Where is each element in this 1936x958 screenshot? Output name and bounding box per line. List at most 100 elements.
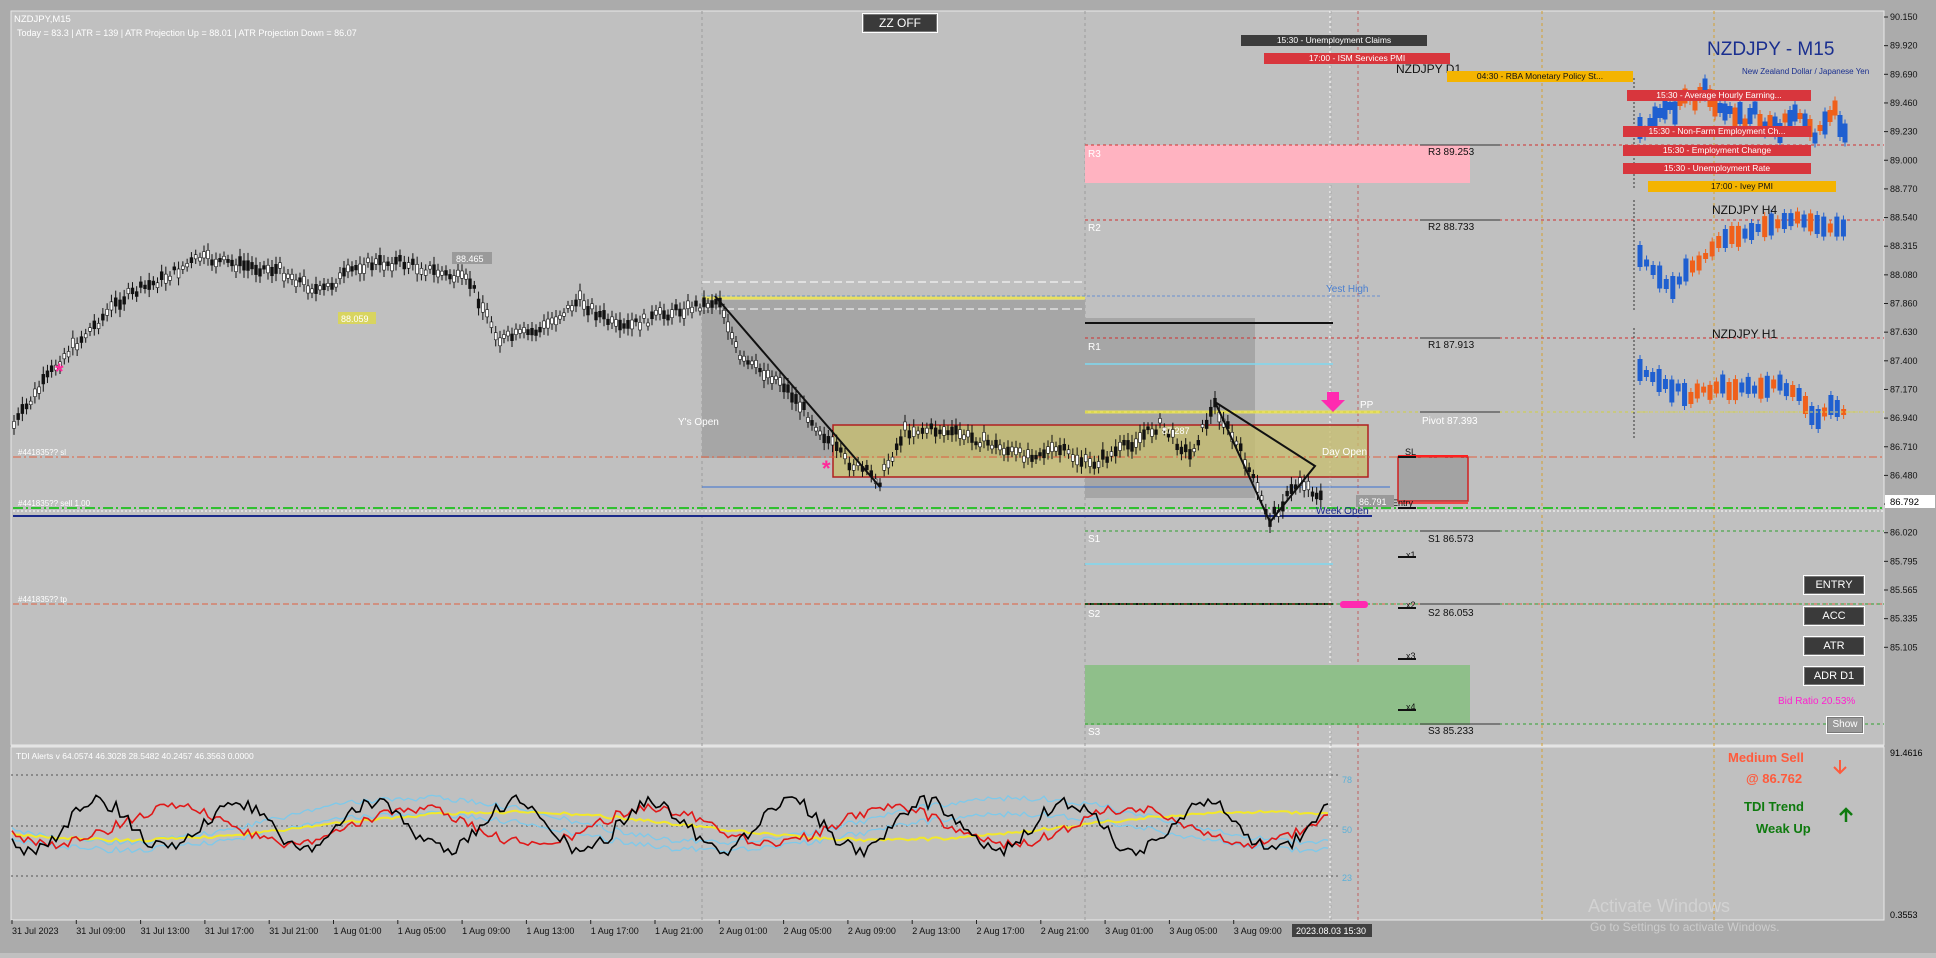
price-tick: 88.315	[1890, 241, 1918, 251]
time-tick: 1 Aug 17:00	[591, 926, 639, 936]
s3-zone	[1085, 665, 1470, 725]
zone-label-s1: S1	[1088, 534, 1101, 545]
price-tick: 87.400	[1890, 356, 1918, 366]
activation-watermark-title: Activate Windows	[1588, 896, 1730, 916]
atr-button[interactable]: ATR	[1803, 636, 1865, 656]
price-tick: 88.770	[1890, 184, 1918, 194]
time-tick: 31 Jul 17:00	[205, 926, 254, 936]
info-line: Today = 83.3 | ATR = 139 | ATR Projectio…	[17, 28, 357, 38]
price-tick: 90.150	[1890, 12, 1918, 22]
x4-label: x4	[1406, 702, 1416, 712]
price-tick: 85.795	[1890, 556, 1918, 566]
price-tick: 89.690	[1890, 69, 1918, 79]
bid-ratio: Bid Ratio 20.53%	[1778, 696, 1855, 707]
price-tick: 88.540	[1890, 213, 1918, 223]
week-open-label: Week Open	[1316, 506, 1369, 517]
sl-label: SL	[1405, 447, 1416, 457]
x1-label: x1	[1406, 550, 1416, 560]
price-tag-86791: 86.791	[1359, 497, 1387, 507]
yest-high-label: Yest High	[1326, 284, 1368, 295]
time-tick: 1 Aug 21:00	[655, 926, 703, 936]
pivot-s2: S2 86.053	[1428, 608, 1474, 619]
zone-label-s2: S2	[1088, 609, 1101, 620]
price-tick: 89.000	[1890, 155, 1918, 165]
price-tag-88465: 88.465	[456, 254, 484, 264]
time-tick: 2 Aug 13:00	[912, 926, 960, 936]
time-tick: 2 Aug 01:00	[719, 926, 767, 936]
star-marker-2: *	[822, 456, 831, 481]
acc-button[interactable]: ACC	[1803, 606, 1865, 626]
price-tag-88059: 88.059	[341, 314, 369, 324]
price-tick: 85.105	[1890, 642, 1918, 652]
price-tick: 86.480	[1890, 470, 1918, 480]
tdi-trend-line2: Weak Up	[1756, 821, 1811, 836]
pivot-r2: R2 88.733	[1428, 222, 1475, 233]
x3-label: x3	[1406, 651, 1416, 661]
r3-zone	[1085, 145, 1470, 183]
tdi-level-78: 78	[1342, 775, 1352, 785]
activation-watermark-sub: Go to Settings to activate Windows.	[1590, 920, 1779, 934]
price-tag-87287: 87.287	[1162, 426, 1190, 436]
news-event: 04:30 - RBA Monetary Policy St...	[1447, 71, 1633, 82]
price-tick: 86.710	[1890, 442, 1918, 452]
price-tick: 86.940	[1890, 413, 1918, 423]
price-tick: 85.565	[1890, 585, 1918, 595]
adr-d1-button[interactable]: ADR D1	[1803, 666, 1865, 686]
time-tick: 1 Aug 09:00	[462, 926, 510, 936]
tdi-panel[interactable]	[10, 746, 1885, 921]
price-tick: 88.080	[1890, 270, 1918, 280]
mini-h4-label: NZDJPY H4	[1712, 203, 1777, 217]
tdi-trend-line1: TDI Trend	[1744, 799, 1804, 814]
news-event: 15:30 - Unemployment Rate	[1623, 163, 1811, 174]
tdi-axis-top: 91.4616	[1890, 748, 1923, 758]
zz-toggle-button[interactable]: ZZ OFF	[862, 13, 938, 33]
tdi-header: TDI Alerts v 64.0574 46.3028 28.5482 40.…	[16, 751, 254, 761]
star-marker: *	[55, 359, 64, 384]
symbol-subtitle: New Zealand Dollar / Japanese Yen	[1742, 67, 1869, 76]
price-tick: 87.170	[1890, 384, 1918, 394]
pivot-s1: S1 86.573	[1428, 534, 1474, 545]
zone-label-r1: R1	[1088, 342, 1101, 353]
price-tick: 89.460	[1890, 98, 1918, 108]
mini-h1-label: NZDJPY H1	[1712, 327, 1777, 341]
news-event: 15:30 - Unemployment Claims	[1241, 35, 1427, 46]
price-tick: 86.020	[1890, 528, 1918, 538]
news-event: 15:30 - Employment Change	[1623, 145, 1811, 156]
zone-label-r3: R3	[1088, 149, 1101, 160]
time-tick: 3 Aug 01:00	[1105, 926, 1153, 936]
day-open-label: Day Open	[1322, 447, 1367, 458]
tp-marker	[1340, 601, 1368, 608]
current-price-label: 86.792	[1890, 497, 1919, 508]
price-tick: 87.630	[1890, 327, 1918, 337]
entry-button[interactable]: ENTRY	[1803, 575, 1865, 595]
time-tick: 1 Aug 05:00	[398, 926, 446, 936]
tdi-level-50: 50	[1342, 825, 1352, 835]
time-tick: 2 Aug 17:00	[977, 926, 1025, 936]
time-cursor-label: 2023.08.03 15:30	[1296, 926, 1366, 936]
time-tick: 3 Aug 05:00	[1169, 926, 1217, 936]
price-tick: 89.230	[1890, 127, 1918, 137]
time-tick: 31 Jul 21:00	[269, 926, 318, 936]
pivot-s3: S3 85.233	[1428, 726, 1474, 737]
symbol-title: NZDJPY - M15	[1707, 39, 1834, 60]
price-tick: 89.920	[1890, 41, 1918, 51]
show-button[interactable]: Show	[1826, 716, 1864, 734]
trading-chart[interactable]: * * 90.150 89.920 89.690 89.460 89.230 89.000…	[0, 0, 1936, 953]
zone-label-r2: R2	[1088, 223, 1101, 234]
news-event: 17:00 - ISM Services PMI	[1264, 53, 1450, 64]
entry-label: Entry	[1392, 498, 1414, 508]
pivot-pp: Pivot 87.393	[1422, 416, 1478, 427]
order-sell-label: #441835?? sell 1.00	[18, 499, 91, 508]
zone-label-pp: PP	[1360, 400, 1374, 411]
signal-line1: Medium Sell	[1728, 750, 1804, 765]
time-tick: 1 Aug 13:00	[526, 926, 574, 936]
time-tick: 3 Aug 09:00	[1234, 926, 1282, 936]
price-tick: 85.335	[1890, 614, 1918, 624]
pivot-r3: R3 89.253	[1428, 147, 1475, 158]
chart-symbol-label: NZDJPY,M15	[14, 14, 71, 25]
signal-line2: @ 86.762	[1746, 771, 1802, 786]
time-tick: 31 Jul 09:00	[76, 926, 125, 936]
order-tp-label: #441835?? tp	[18, 595, 67, 604]
tdi-axis-bottom: 0.3553	[1890, 910, 1918, 920]
time-tick: 2 Aug 05:00	[784, 926, 832, 936]
